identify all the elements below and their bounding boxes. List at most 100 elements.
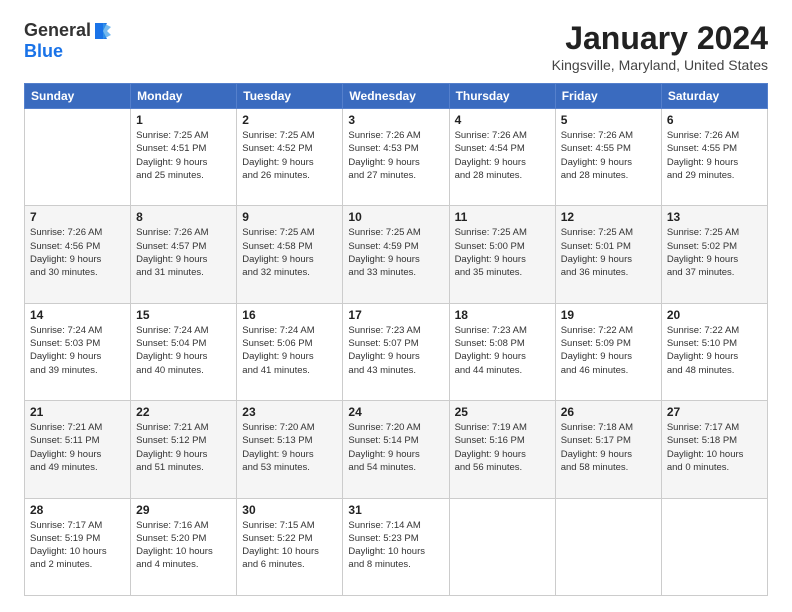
day-info: Sunrise: 7:23 AM Sunset: 5:07 PM Dayligh… [348, 324, 443, 377]
day-cell: 30Sunrise: 7:15 AM Sunset: 5:22 PM Dayli… [237, 498, 343, 595]
day-info: Sunrise: 7:19 AM Sunset: 5:16 PM Dayligh… [455, 421, 550, 474]
day-number: 17 [348, 308, 443, 322]
logo: General Blue [24, 20, 115, 62]
logo-general: General [24, 20, 91, 41]
day-cell: 31 Sunrise: 7:14 AM Sunset: 5:23 PM Dayli… [343, 498, 449, 595]
day-cell [449, 498, 555, 595]
day-cell: 9 Sunrise: 7:25 AM Sunset: 4:58 PM Daylig… [237, 206, 343, 303]
day-cell: 4Sunrise: 7:26 AM Sunset: 4:54 PM Daylig… [449, 109, 555, 206]
day-cell [25, 109, 131, 206]
week-row-1: 7 Sunrise: 7:26 AM Sunset: 4:56 PM Daylig… [25, 206, 768, 303]
day-number: 22 [136, 405, 231, 419]
day-cell: 25 Sunrise: 7:19 AM Sunset: 5:16 PM Dayli… [449, 401, 555, 498]
day-cell: 20 Sunrise: 7:22 AM Sunset: 5:10 PM Dayli… [661, 303, 767, 400]
title-block: January 2024 Kingsville, Maryland, Unite… [552, 20, 768, 73]
header-thursday: Thursday [449, 84, 555, 109]
day-info: Sunrise: 7:24 AM Sunset: 5:06 PM Dayligh… [242, 324, 337, 377]
day-cell: 29Sunrise: 7:16 AM Sunset: 5:20 PM Dayli… [131, 498, 237, 595]
day-number: 12 [561, 210, 656, 224]
day-info: Sunrise: 7:25 AM Sunset: 4:58 PM Dayligh… [242, 226, 337, 279]
day-info: Sunrise: 7:18 AM Sunset: 5:17 PM Dayligh… [561, 421, 656, 474]
location: Kingsville, Maryland, United States [552, 57, 768, 73]
day-info: Sunrise: 7:26 AM Sunset: 4:57 PM Dayligh… [136, 226, 231, 279]
day-info: Sunrise: 7:26 AM Sunset: 4:55 PM Dayligh… [667, 129, 762, 182]
day-number: 11 [455, 210, 550, 224]
day-info: Sunrise: 7:24 AM Sunset: 5:04 PM Dayligh… [136, 324, 231, 377]
day-info: Sunrise: 7:24 AM Sunset: 5:03 PM Dayligh… [30, 324, 125, 377]
day-cell: 26 Sunrise: 7:18 AM Sunset: 5:17 PM Dayli… [555, 401, 661, 498]
day-number: 28 [30, 503, 125, 517]
day-cell: 15 Sunrise: 7:24 AM Sunset: 5:04 PM Dayli… [131, 303, 237, 400]
day-number: 30 [242, 503, 337, 517]
day-number: 10 [348, 210, 443, 224]
day-cell: 1Sunrise: 7:25 AM Sunset: 4:51 PM Daylig… [131, 109, 237, 206]
header-saturday: Saturday [661, 84, 767, 109]
day-cell: 24 Sunrise: 7:20 AM Sunset: 5:14 PM Dayli… [343, 401, 449, 498]
day-info: Sunrise: 7:17 AM Sunset: 5:18 PM Dayligh… [667, 421, 762, 474]
day-number: 31 [348, 503, 443, 517]
header-wednesday: Wednesday [343, 84, 449, 109]
day-cell: 27 Sunrise: 7:17 AM Sunset: 5:18 PM Dayli… [661, 401, 767, 498]
day-cell: 7 Sunrise: 7:26 AM Sunset: 4:56 PM Daylig… [25, 206, 131, 303]
day-info: Sunrise: 7:26 AM Sunset: 4:53 PM Dayligh… [348, 129, 443, 182]
day-number: 8 [136, 210, 231, 224]
header-friday: Friday [555, 84, 661, 109]
day-cell: 13 Sunrise: 7:25 AM Sunset: 5:02 PM Dayli… [661, 206, 767, 303]
day-number: 15 [136, 308, 231, 322]
day-info: Sunrise: 7:26 AM Sunset: 4:55 PM Dayligh… [561, 129, 656, 182]
calendar-header-row: SundayMondayTuesdayWednesdayThursdayFrid… [25, 84, 768, 109]
day-info: Sunrise: 7:20 AM Sunset: 5:14 PM Dayligh… [348, 421, 443, 474]
logo-blue: Blue [24, 41, 63, 61]
day-number: 25 [455, 405, 550, 419]
day-number: 20 [667, 308, 762, 322]
day-cell: 22 Sunrise: 7:21 AM Sunset: 5:12 PM Dayli… [131, 401, 237, 498]
week-row-0: 1Sunrise: 7:25 AM Sunset: 4:51 PM Daylig… [25, 109, 768, 206]
day-cell [555, 498, 661, 595]
day-info: Sunrise: 7:22 AM Sunset: 5:10 PM Dayligh… [667, 324, 762, 377]
day-number: 9 [242, 210, 337, 224]
day-info: Sunrise: 7:21 AM Sunset: 5:12 PM Dayligh… [136, 421, 231, 474]
day-number: 14 [30, 308, 125, 322]
day-number: 1 [136, 113, 231, 127]
day-cell: 21Sunrise: 7:21 AM Sunset: 5:11 PM Dayli… [25, 401, 131, 498]
day-number: 5 [561, 113, 656, 127]
day-number: 18 [455, 308, 550, 322]
day-info: Sunrise: 7:14 AM Sunset: 5:23 PM Dayligh… [348, 519, 443, 572]
day-info: Sunrise: 7:25 AM Sunset: 4:52 PM Dayligh… [242, 129, 337, 182]
day-cell: 8 Sunrise: 7:26 AM Sunset: 4:57 PM Daylig… [131, 206, 237, 303]
day-cell: 6 Sunrise: 7:26 AM Sunset: 4:55 PM Daylig… [661, 109, 767, 206]
day-info: Sunrise: 7:25 AM Sunset: 5:02 PM Dayligh… [667, 226, 762, 279]
day-info: Sunrise: 7:17 AM Sunset: 5:19 PM Dayligh… [30, 519, 125, 572]
day-number: 29 [136, 503, 231, 517]
day-number: 4 [455, 113, 550, 127]
day-info: Sunrise: 7:20 AM Sunset: 5:13 PM Dayligh… [242, 421, 337, 474]
day-cell: 12 Sunrise: 7:25 AM Sunset: 5:01 PM Dayli… [555, 206, 661, 303]
day-info: Sunrise: 7:25 AM Sunset: 5:01 PM Dayligh… [561, 226, 656, 279]
day-cell: 10 Sunrise: 7:25 AM Sunset: 4:59 PM Dayli… [343, 206, 449, 303]
day-number: 27 [667, 405, 762, 419]
day-cell: 14 Sunrise: 7:24 AM Sunset: 5:03 PM Dayli… [25, 303, 131, 400]
day-info: Sunrise: 7:26 AM Sunset: 4:56 PM Dayligh… [30, 226, 125, 279]
month-title: January 2024 [552, 20, 768, 57]
day-cell: 17 Sunrise: 7:23 AM Sunset: 5:07 PM Dayli… [343, 303, 449, 400]
day-number: 16 [242, 308, 337, 322]
page: General Blue January 2024 Kingsville, Ma… [0, 0, 792, 612]
day-number: 13 [667, 210, 762, 224]
day-number: 24 [348, 405, 443, 419]
logo-flag-icon [93, 21, 113, 41]
day-info: Sunrise: 7:25 AM Sunset: 4:59 PM Dayligh… [348, 226, 443, 279]
day-number: 23 [242, 405, 337, 419]
day-cell: 5 Sunrise: 7:26 AM Sunset: 4:55 PM Daylig… [555, 109, 661, 206]
day-number: 6 [667, 113, 762, 127]
day-number: 2 [242, 113, 337, 127]
day-cell: 2 Sunrise: 7:25 AM Sunset: 4:52 PM Daylig… [237, 109, 343, 206]
day-number: 26 [561, 405, 656, 419]
day-cell: 11Sunrise: 7:25 AM Sunset: 5:00 PM Dayli… [449, 206, 555, 303]
day-cell: 3Sunrise: 7:26 AM Sunset: 4:53 PM Daylig… [343, 109, 449, 206]
day-number: 7 [30, 210, 125, 224]
day-cell [661, 498, 767, 595]
header-sunday: Sunday [25, 84, 131, 109]
day-cell: 18Sunrise: 7:23 AM Sunset: 5:08 PM Dayli… [449, 303, 555, 400]
logo-text: General [24, 20, 115, 41]
day-cell: 16 Sunrise: 7:24 AM Sunset: 5:06 PM Dayli… [237, 303, 343, 400]
